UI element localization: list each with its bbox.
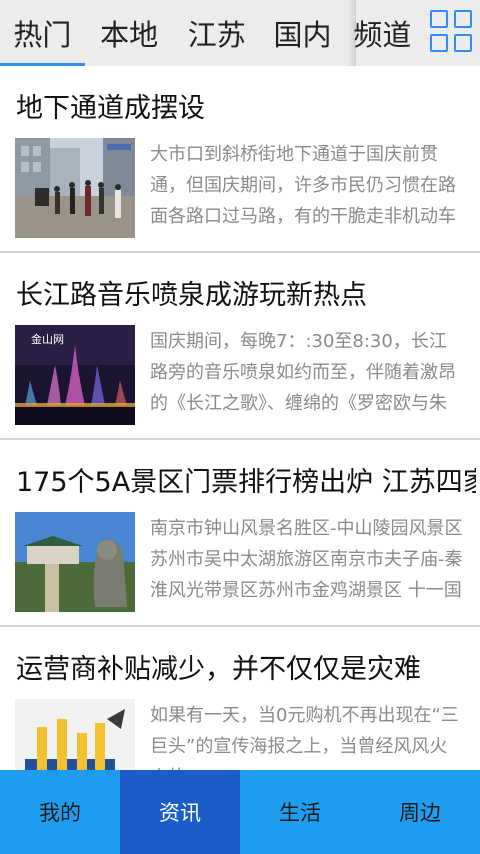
- bottom-nav: 我的 资讯 生活 周边: [0, 770, 480, 854]
- tab-hot[interactable]: 热门: [0, 0, 85, 66]
- news-item[interactable]: 长江路音乐喷泉成游玩新热点 金山网 国庆期间，每晚7：:30至8:30，长江路旁…: [0, 253, 480, 440]
- mausoleum-lion-photo: [15, 512, 135, 612]
- tab-scroll-shadow: [348, 0, 356, 66]
- nav-nearby[interactable]: 周边: [360, 770, 480, 854]
- tab-channel[interactable]: 频道: [345, 0, 420, 66]
- channel-tab-bar: 热门 本地 江苏 国内 频道: [0, 0, 480, 66]
- news-item[interactable]: 175个5A景区门票排行榜出炉 江苏四家 南京市钟山风景名胜区-中山陵园风景区苏…: [0, 440, 480, 627]
- street-crowd-photo: [15, 138, 135, 238]
- tab-domestic[interactable]: 国内: [260, 0, 345, 66]
- news-feed[interactable]: 地下通道成摆设 大市口到斜桥街地下通道于国庆前贯通，但国庆期间，许多市民仍习惯在…: [0, 66, 480, 814]
- nav-mine[interactable]: 我的: [0, 770, 120, 854]
- news-title: 地下通道成摆设: [16, 93, 205, 124]
- nav-life[interactable]: 生活: [240, 770, 360, 854]
- news-summary: 南京市钟山风景名胜区-中山陵园风景区苏州市吴中太湖旅游区南京市夫子庙-秦淮风光带…: [150, 518, 463, 601]
- news-item[interactable]: 地下通道成摆设 大市口到斜桥街地下通道于国庆前贯通，但国庆期间，许多市民仍习惯在…: [0, 66, 480, 253]
- nav-news[interactable]: 资讯: [120, 770, 240, 854]
- news-summary: 国庆期间，每晚7：:30至8:30，长江路旁的音乐喷泉如约而至，伴随着激昂的《长…: [150, 331, 456, 414]
- news-title: 运营商补贴减少，并不仅仅是灾难: [16, 654, 421, 685]
- news-title: 长江路音乐喷泉成游玩新热点: [16, 280, 367, 311]
- channel-tabs: 热门 本地 江苏 国内 频道: [0, 0, 420, 66]
- tab-jiangsu[interactable]: 江苏: [173, 0, 260, 66]
- watermark-text: 金山网: [31, 333, 64, 346]
- tab-local[interactable]: 本地: [85, 0, 174, 66]
- news-title: 175个5A景区门票排行榜出炉 江苏四家: [16, 467, 476, 498]
- fountain-night-photo: 金山网: [15, 325, 135, 425]
- news-summary: 大市口到斜桥街地下通道于国庆前贯通，但国庆期间，许多市民仍习惯在路面各路口过马路…: [150, 144, 456, 227]
- grid-menu-icon[interactable]: [430, 10, 474, 56]
